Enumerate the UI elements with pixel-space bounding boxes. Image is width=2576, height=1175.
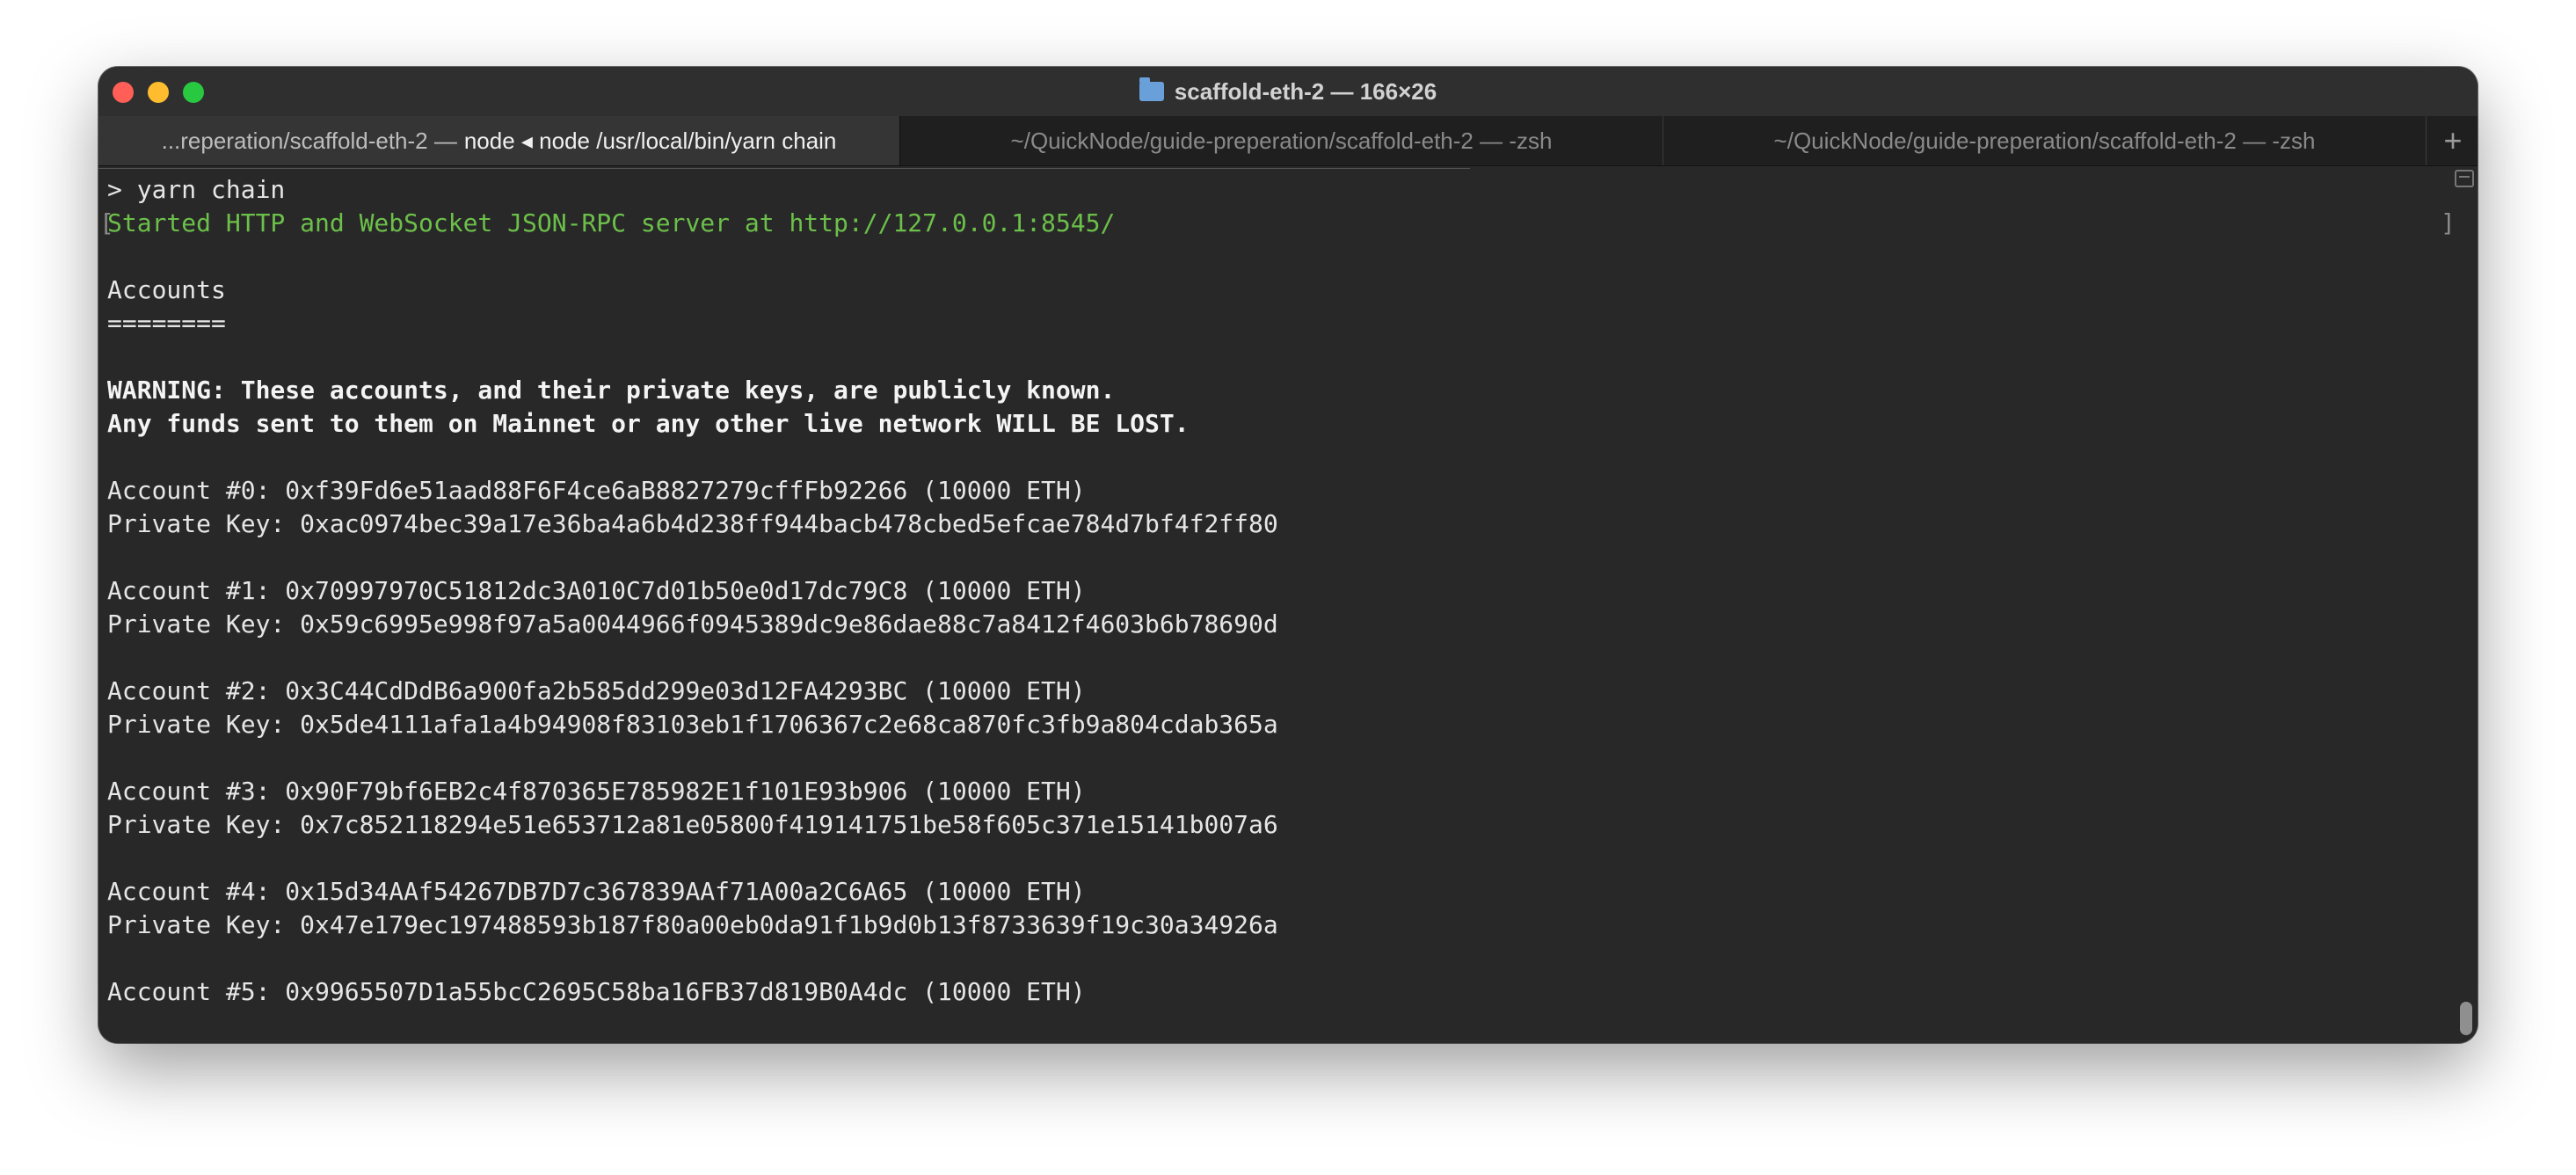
terminal-line: Accounts xyxy=(107,275,226,304)
tab-label-process: node ◂ node /usr/local/bin/yarn chain xyxy=(463,127,837,154)
mark-bracket-right: ] xyxy=(2441,208,2456,237)
tab-zsh-1[interactable]: ~/QuickNode/guide-preperation/scaffold-e… xyxy=(900,116,1663,165)
scrollbar-thumb[interactable] xyxy=(2460,1002,2472,1035)
window-title-area: scaffold-eth-2 — 166×26 xyxy=(98,67,2478,116)
terminal-line: > yarn chain xyxy=(107,175,286,204)
folder-icon xyxy=(1139,77,1164,101)
terminal-line: ======== xyxy=(107,309,226,338)
tab-label: ~/QuickNode/guide-preperation/scaffold-e… xyxy=(1010,127,1553,154)
close-button[interactable] xyxy=(113,82,134,103)
scrollbar-track[interactable] xyxy=(2458,193,2472,1039)
tab-zsh-2[interactable]: ~/QuickNode/guide-preperation/scaffold-e… xyxy=(1663,116,2427,165)
terminal-line: Private Key: 0x5de4111afa1a4b94908f83103… xyxy=(107,710,1278,739)
terminal-lines: > yarn chain Started HTTP and WebSocket J… xyxy=(107,173,1278,1009)
split-pane-icon[interactable] xyxy=(2455,170,2474,187)
terminal-line: Private Key: 0xac0974bec39a17e36ba4a6b4d… xyxy=(107,509,1278,538)
title-bar[interactable]: scaffold-eth-2 — 166×26 xyxy=(98,67,2478,116)
terminal-line: Private Key: 0x47e179ec197488593b187f80a… xyxy=(107,910,1278,939)
terminal-line: Any funds sent to them on Mainnet or any… xyxy=(107,409,1190,438)
terminal-line: Private Key: 0x59c6995e998f97a5a0044966f… xyxy=(107,609,1278,639)
terminal-output[interactable]: [ ] > yarn chain Started HTTP and WebSock… xyxy=(98,166,2478,1043)
zoom-button[interactable] xyxy=(183,82,204,103)
new-tab-button[interactable]: + xyxy=(2428,116,2478,165)
tab-bar: ...reperation/scaffold-eth-2 — node ◂ no… xyxy=(98,116,2478,166)
terminal-line: Account #2: 0x3C44CdDdB6a900fa2b585dd299… xyxy=(107,676,1086,705)
terminal-line: WARNING: These accounts, and their priva… xyxy=(107,376,1116,405)
scrolled-content-edge xyxy=(98,168,1470,169)
terminal-line: Account #4: 0x15d34AAf54267DB7D7c367839A… xyxy=(107,877,1086,906)
terminal-window: scaffold-eth-2 — 166×26 ...reperation/sc… xyxy=(98,67,2478,1043)
terminal-line: Private Key: 0x7c852118294e51e653712a81e… xyxy=(107,810,1278,839)
terminal-line: Started HTTP and WebSocket JSON-RPC serv… xyxy=(107,208,1116,237)
terminal-line: Account #3: 0x90F79bf6EB2c4f870365E78598… xyxy=(107,777,1086,806)
terminal-line: Account #1: 0x70997970C51812dc3A010C7d01… xyxy=(107,576,1086,605)
tab-label: ~/QuickNode/guide-preperation/scaffold-e… xyxy=(1773,127,2316,154)
terminal-line: Account #0: 0xf39Fd6e51aad88F6F4ce6aB882… xyxy=(107,476,1086,505)
tab-yarn-chain[interactable]: ...reperation/scaffold-eth-2 — node ◂ no… xyxy=(98,116,900,165)
window-title: scaffold-eth-2 — 166×26 xyxy=(1174,77,1437,105)
terminal-line: Account #5: 0x9965507D1a55bcC2695C58ba16… xyxy=(107,977,1086,1006)
minimize-button[interactable] xyxy=(148,82,169,103)
tab-label-prefix: ...reperation/scaffold-eth-2 — xyxy=(161,127,457,154)
